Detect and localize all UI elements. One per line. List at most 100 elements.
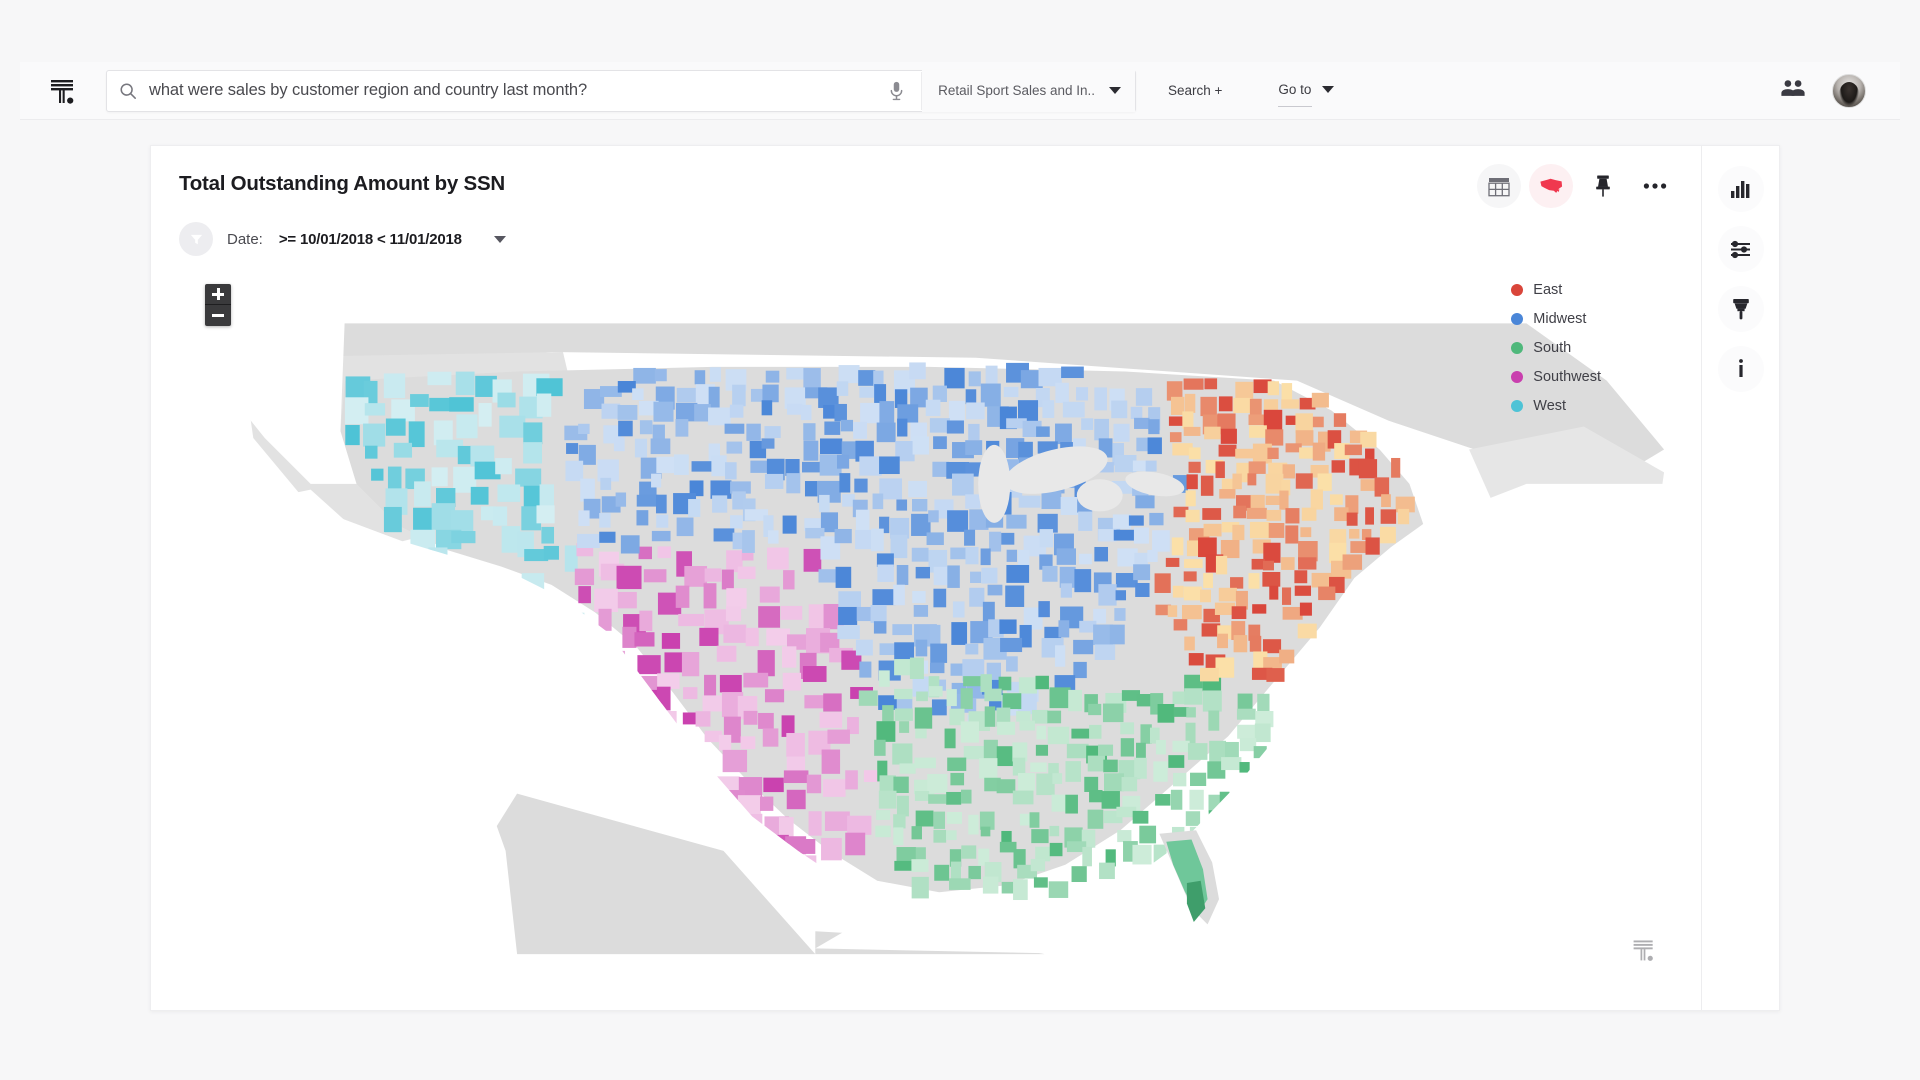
- map-county[interactable]: [834, 403, 847, 422]
- map-county[interactable]: [536, 378, 563, 397]
- map-county[interactable]: [997, 721, 1016, 735]
- map-county[interactable]: [808, 811, 822, 836]
- map-county[interactable]: [933, 436, 947, 450]
- map-county[interactable]: [580, 642, 598, 663]
- map-county[interactable]: [721, 569, 734, 590]
- map-county[interactable]: [580, 478, 595, 502]
- zoom-out-icon[interactable]: [205, 305, 231, 326]
- map-county[interactable]: [1221, 757, 1242, 771]
- map-county[interactable]: [1115, 590, 1127, 601]
- map-county[interactable]: [1087, 809, 1104, 829]
- map-county[interactable]: [1265, 429, 1284, 446]
- map-county[interactable]: [702, 792, 726, 814]
- map-county[interactable]: [1145, 460, 1157, 472]
- map-county[interactable]: [911, 547, 929, 562]
- map-county[interactable]: [1190, 772, 1207, 787]
- map-county[interactable]: [676, 517, 694, 537]
- map-county[interactable]: [654, 369, 667, 382]
- map-county[interactable]: [1285, 525, 1299, 544]
- map-county[interactable]: [892, 743, 913, 765]
- map-county[interactable]: [498, 728, 521, 747]
- map-county[interactable]: [566, 443, 579, 454]
- map-county[interactable]: [1165, 557, 1180, 567]
- map-county[interactable]: [1019, 720, 1035, 731]
- map-county[interactable]: [479, 633, 502, 653]
- map-county[interactable]: [1333, 413, 1347, 427]
- map-county[interactable]: [858, 690, 878, 706]
- map-county[interactable]: [870, 605, 887, 623]
- map-county[interactable]: [837, 625, 860, 640]
- map-county[interactable]: [1318, 586, 1336, 601]
- map-county[interactable]: [1397, 508, 1410, 525]
- map-county[interactable]: [499, 415, 526, 438]
- map-county[interactable]: [657, 673, 680, 689]
- map-county[interactable]: [782, 672, 802, 691]
- map-county[interactable]: [899, 763, 916, 774]
- map-county[interactable]: [589, 751, 611, 767]
- map-county[interactable]: [429, 397, 451, 412]
- map-county[interactable]: [1047, 726, 1070, 745]
- map-county[interactable]: [437, 575, 453, 594]
- map-county[interactable]: [960, 721, 979, 743]
- people-icon[interactable]: [1780, 78, 1806, 103]
- map-county[interactable]: [634, 438, 648, 458]
- map-zoom-controls[interactable]: [205, 284, 231, 326]
- map-county[interactable]: [873, 621, 887, 634]
- map-county[interactable]: [1018, 677, 1038, 694]
- map-county[interactable]: [1218, 396, 1233, 412]
- map-county[interactable]: [964, 529, 976, 546]
- map-county[interactable]: [719, 674, 742, 693]
- map-county[interactable]: [1239, 762, 1250, 773]
- map-county[interactable]: [1155, 794, 1171, 806]
- map-county[interactable]: [1342, 554, 1363, 570]
- map-county[interactable]: [431, 467, 448, 487]
- map-county[interactable]: [711, 455, 727, 477]
- map-county[interactable]: [925, 399, 941, 416]
- map-county[interactable]: [730, 515, 743, 529]
- map-county[interactable]: [1365, 537, 1380, 555]
- map-county[interactable]: [786, 789, 806, 810]
- map-county[interactable]: [633, 710, 658, 733]
- map-county[interactable]: [759, 858, 774, 883]
- map-county[interactable]: [1251, 558, 1265, 570]
- map-county[interactable]: [1135, 495, 1155, 509]
- map-county[interactable]: [876, 422, 896, 443]
- map-county[interactable]: [944, 367, 965, 389]
- map-county[interactable]: [1279, 649, 1295, 664]
- map-county[interactable]: [740, 736, 756, 750]
- map-county[interactable]: [452, 597, 468, 623]
- map-county[interactable]: [618, 420, 633, 437]
- map-county[interactable]: [929, 624, 941, 646]
- map-county[interactable]: [761, 438, 775, 449]
- map-county[interactable]: [543, 686, 569, 707]
- map-county[interactable]: [860, 402, 880, 424]
- map-county[interactable]: [1147, 437, 1162, 455]
- map-county[interactable]: [1048, 881, 1069, 898]
- map-county[interactable]: [892, 624, 912, 636]
- map-county[interactable]: [656, 514, 669, 528]
- map-county[interactable]: [874, 739, 886, 756]
- map-county[interactable]: [1172, 740, 1190, 753]
- map-county[interactable]: [699, 627, 719, 646]
- map-county[interactable]: [383, 506, 402, 533]
- map-county[interactable]: [946, 812, 963, 824]
- map-county[interactable]: [804, 695, 825, 709]
- map-county[interactable]: [839, 473, 851, 493]
- map-county[interactable]: [823, 404, 835, 419]
- map-county[interactable]: [653, 401, 674, 422]
- map-county[interactable]: [589, 707, 613, 731]
- map-chart-icon[interactable]: [1529, 164, 1573, 208]
- map-county[interactable]: [1281, 383, 1293, 401]
- map-county[interactable]: [1230, 577, 1244, 589]
- map-county[interactable]: [1157, 703, 1175, 723]
- map-county[interactable]: [1128, 515, 1144, 526]
- map-county[interactable]: [1149, 512, 1164, 526]
- map-county[interactable]: [1147, 549, 1158, 563]
- map-county[interactable]: [1056, 548, 1077, 565]
- map-county[interactable]: [455, 371, 475, 396]
- map-county[interactable]: [1073, 661, 1087, 679]
- map-county[interactable]: [725, 606, 742, 622]
- map-county[interactable]: [615, 674, 641, 698]
- map-county[interactable]: [713, 528, 735, 542]
- map-county[interactable]: [1117, 830, 1132, 843]
